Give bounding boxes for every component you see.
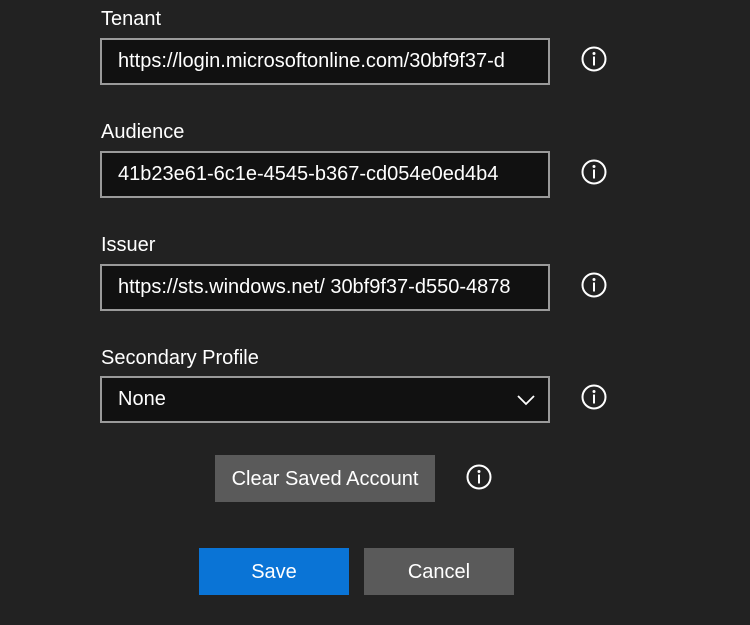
audience-label: Audience [101,121,185,143]
secondary-profile-label: Secondary Profile [101,347,259,369]
tenant-info-icon[interactable] [581,46,607,72]
tenant-field[interactable]: https://login.microsoftonline.com/30bf9f… [100,38,550,85]
cancel-button[interactable]: Cancel [364,548,514,595]
secondary-profile-info-icon[interactable] [581,384,607,410]
issuer-info-icon[interactable] [581,272,607,298]
clear-saved-account-info-icon[interactable] [466,464,492,490]
audience-info-icon[interactable] [581,159,607,185]
audience-field[interactable]: 41b23e61-6c1e-4545-b367-cd054e0ed4b4 [100,151,550,198]
secondary-profile-value: None [118,388,166,410]
audience-value: 41b23e61-6c1e-4545-b367-cd054e0ed4b4 [118,163,499,185]
issuer-value: https://sts.windows.net/ 30bf9f37-d550-4… [118,276,511,298]
save-button[interactable]: Save [199,548,349,595]
tenant-value: https://login.microsoftonline.com/30bf9f… [118,50,505,72]
secondary-profile-dropdown[interactable]: None [100,376,550,423]
tenant-label: Tenant [101,8,162,30]
clear-saved-account-button[interactable]: Clear Saved Account [215,455,435,502]
chevron-down-icon [516,390,536,410]
issuer-field[interactable]: https://sts.windows.net/ 30bf9f37-d550-4… [100,264,550,311]
issuer-label: Issuer [101,234,156,256]
